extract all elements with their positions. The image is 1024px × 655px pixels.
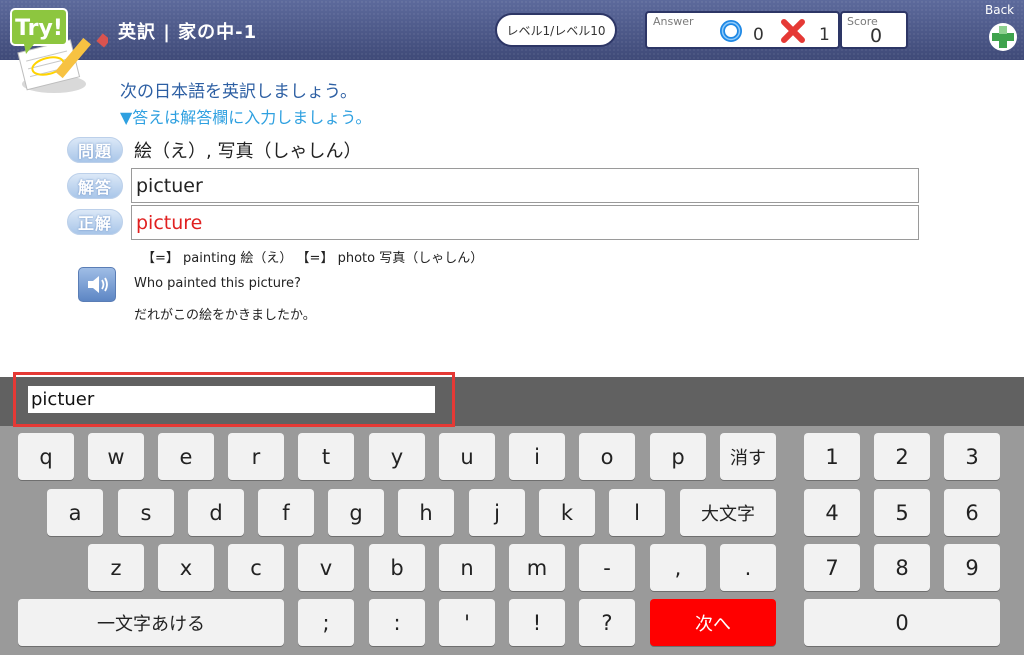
key-0[interactable]: 0 — [804, 599, 1000, 646]
correct-answer-field: picture — [131, 205, 919, 240]
key-g[interactable]: g — [328, 489, 384, 536]
key-k[interactable]: k — [539, 489, 595, 536]
key-4[interactable]: 4 — [804, 489, 860, 536]
wrong-count: 1 — [819, 25, 830, 45]
space-key[interactable]: 一文字あける — [18, 599, 284, 646]
answer-tag: 解答 — [67, 173, 123, 199]
problem-tag: 問題 — [67, 137, 123, 163]
key-b[interactable]: b — [369, 544, 425, 591]
keyboard-text-input[interactable]: pictuer — [28, 386, 435, 413]
key-l[interactable]: l — [609, 489, 665, 536]
speaker-button[interactable] — [78, 267, 116, 302]
key-z[interactable]: z — [88, 544, 144, 591]
key-x[interactable]: x — [158, 544, 214, 591]
page-title: 英訳 | 家の中-1 — [118, 22, 258, 43]
next-button[interactable]: 次へ — [650, 599, 776, 646]
back-label[interactable]: Back — [985, 3, 1014, 17]
key-2[interactable]: 2 — [874, 433, 930, 480]
key-colon[interactable]: : — [369, 599, 425, 646]
key-a[interactable]: a — [47, 489, 103, 536]
key-f[interactable]: f — [258, 489, 314, 536]
key-u[interactable]: u — [439, 433, 495, 480]
key-m[interactable]: m — [509, 544, 565, 591]
key-7[interactable]: 7 — [804, 544, 860, 591]
key-v[interactable]: v — [298, 544, 354, 591]
key-s[interactable]: s — [118, 489, 174, 536]
key-6[interactable]: 6 — [944, 489, 1000, 536]
svg-text:Try!: Try! — [15, 16, 63, 41]
synonyms-text: 【=】 painting 絵（え） 【=】 photo 写真（しゃしん） — [142, 251, 484, 266]
key-o[interactable]: o — [579, 433, 635, 480]
key-exclamation[interactable]: ! — [509, 599, 565, 646]
key-hyphen[interactable]: - — [579, 544, 635, 591]
key-h[interactable]: h — [398, 489, 454, 536]
key-q[interactable]: q — [18, 433, 74, 480]
score-box: Score 0 — [840, 11, 908, 49]
hint-text: ▼答えは解答欄に入力しましょう。 — [120, 108, 372, 127]
correct-circle-icon — [719, 19, 743, 43]
correct-answer-tag: 正解 — [67, 209, 123, 235]
answer-field: pictuer — [131, 168, 919, 203]
example-sentence-en: Who painted this picture? — [134, 276, 301, 291]
key-y[interactable]: y — [369, 433, 425, 480]
key-3[interactable]: 3 — [944, 433, 1000, 480]
key-semicolon[interactable]: ; — [298, 599, 354, 646]
key-w[interactable]: w — [88, 433, 144, 480]
key-9[interactable]: 9 — [944, 544, 1000, 591]
key-question[interactable]: ? — [579, 599, 635, 646]
key-j[interactable]: j — [469, 489, 525, 536]
key-period[interactable]: . — [720, 544, 776, 591]
key-1[interactable]: 1 — [804, 433, 860, 480]
key-comma[interactable]: , — [650, 544, 706, 591]
delete-key[interactable]: 消す — [720, 433, 776, 480]
problem-text: 絵（え）, 写真（しゃしん） — [134, 141, 362, 162]
correct-count: 0 — [753, 25, 764, 45]
answer-label: Answer — [653, 15, 694, 28]
answer-tally: Answer 0 1 — [645, 11, 840, 49]
key-i[interactable]: i — [509, 433, 565, 480]
key-5[interactable]: 5 — [874, 489, 930, 536]
instruction-text: 次の日本語を英訳しましょう。 — [120, 82, 357, 102]
wrong-cross-icon — [780, 18, 806, 44]
key-e[interactable]: e — [158, 433, 214, 480]
example-sentence-ja: だれがこの絵をかきましたか。 — [134, 308, 316, 323]
key-n[interactable]: n — [439, 544, 495, 591]
key-d[interactable]: d — [188, 489, 244, 536]
key-apostrophe[interactable]: ' — [439, 599, 495, 646]
level-indicator: レベル1/レベル10 — [495, 13, 617, 47]
key-r[interactable]: r — [228, 433, 284, 480]
score-value: 0 — [870, 25, 883, 47]
caps-key[interactable]: 大文字 — [680, 489, 776, 536]
key-t[interactable]: t — [298, 433, 354, 480]
key-c[interactable]: c — [228, 544, 284, 591]
try-logo: Try! — [8, 6, 111, 98]
back-button-icon[interactable] — [988, 22, 1018, 52]
speaker-icon — [88, 276, 108, 293]
key-8[interactable]: 8 — [874, 544, 930, 591]
key-p[interactable]: p — [650, 433, 706, 480]
